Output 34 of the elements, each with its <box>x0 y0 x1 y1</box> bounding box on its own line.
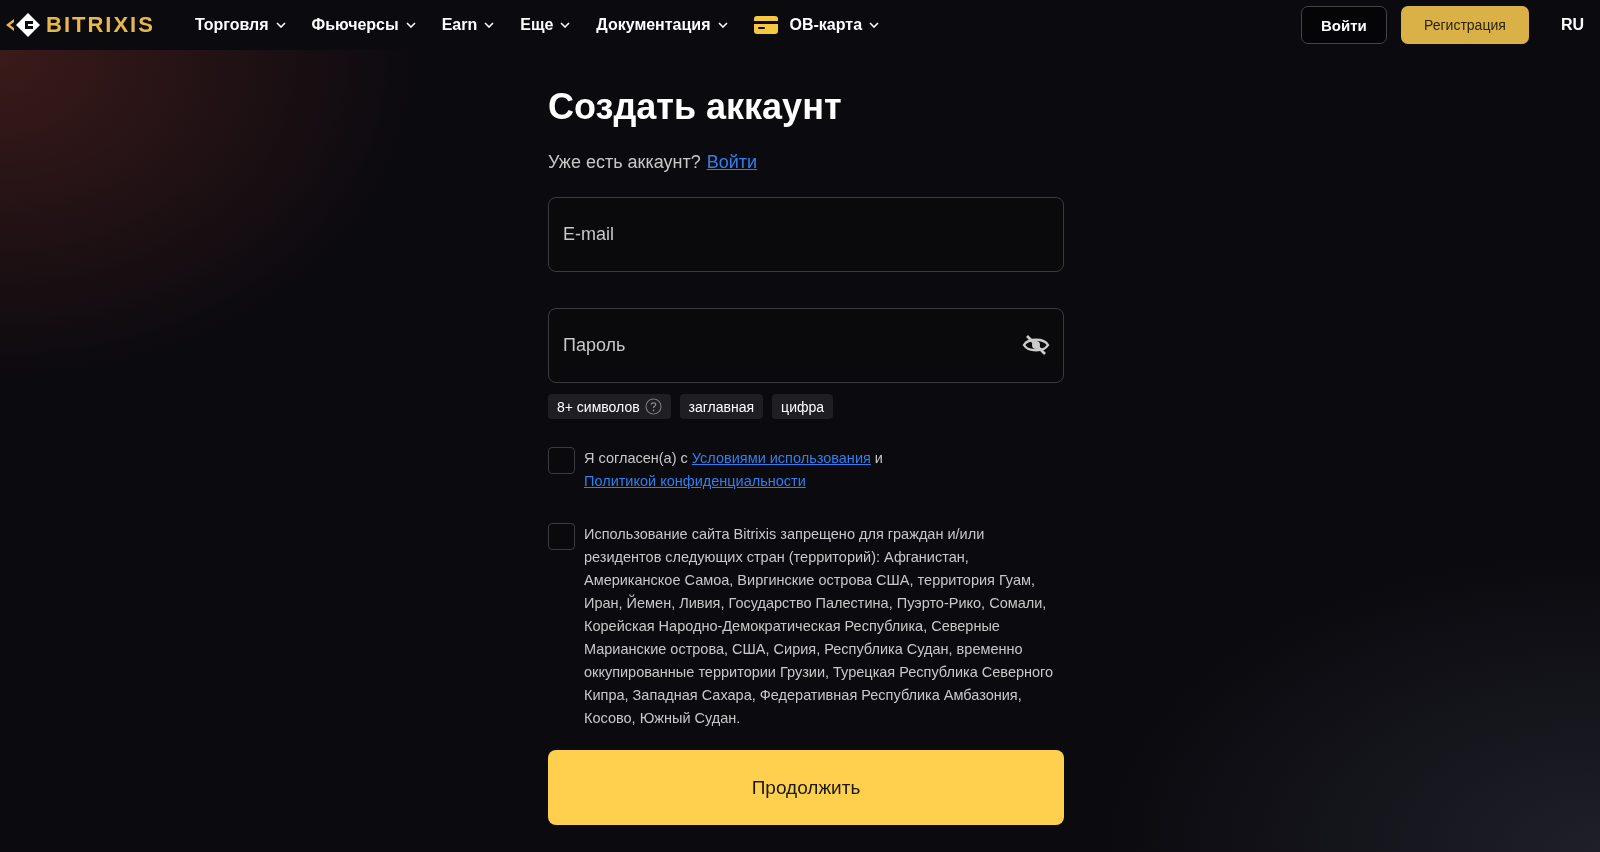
logo-text[interactable]: BITRIXIS <box>46 12 155 38</box>
nav-menu-item[interactable]: Еще <box>510 10 581 40</box>
continue-button[interactable]: Продолжить <box>548 750 1064 825</box>
help-icon[interactable] <box>644 398 662 415</box>
requirement-tag: 8+ символов <box>548 394 671 419</box>
nav-menu-item[interactable]: Фьючерсы <box>301 10 426 40</box>
terms-of-use-link[interactable]: Условиями использования <box>691 450 871 466</box>
chevron-down-icon <box>869 22 880 28</box>
chevron-down-icon <box>405 22 416 28</box>
password-field[interactable]: Пароль <box>548 308 1064 383</box>
nav-menu-item[interactable]: OB-карта <box>743 10 890 40</box>
page-title: Создать аккаунт <box>548 86 842 128</box>
login-link[interactable]: Войти <box>706 152 758 173</box>
login-button[interactable]: Войти <box>1300 6 1387 44</box>
restriction-checkbox[interactable] <box>548 523 575 550</box>
have-account-text: Уже есть аккаунт? <box>548 152 701 173</box>
nav-menu-item[interactable]: Earn <box>431 10 505 40</box>
card-icon <box>753 16 778 34</box>
eye-off-icon[interactable] <box>1022 334 1050 356</box>
email-field[interactable]: E-mail <box>548 197 1064 272</box>
requirement-tag: цифра <box>772 394 834 419</box>
restriction-notice-text: Использование сайта Bitrixis запрещено для граждан и/или резидентов следующих стран (территорий): Афганистан, Американское Самоа, Виргинские острова США, территория Гуам, Иран, Йемен, Ливия, Государство Палестина, Пуэрто-Рико, Сомали, Корейская Народно-Демократическая Республика, Северные Марианские острова, США, Сирия, Республика Судан, временно оккупированные территории Грузии, Турецкая Республика Северного Кипра, Западная Сахара, Федеративная Республика Амбазония, Косово, Южный Судан. <box>584 525 1055 728</box>
privacy-policy-link[interactable]: Политикой конфиденциальности <box>584 473 806 489</box>
register-button[interactable]: Регистрация <box>1400 6 1529 44</box>
nav-menu-item[interactable]: Торговля <box>184 10 296 40</box>
chevron-down-icon <box>275 22 286 28</box>
terms-agreement-text: Я согласен(а) с Условиями использования и Политикой конфиденциальности <box>584 449 884 491</box>
terms-checkbox[interactable] <box>548 447 575 474</box>
chevron-down-icon <box>717 22 728 28</box>
chevron-down-icon <box>560 22 571 28</box>
chevron-down-icon <box>484 22 495 28</box>
language-selector[interactable]: RU <box>1560 16 1584 34</box>
requirement-tag: заглавная <box>679 394 764 419</box>
nav-menu-item[interactable]: Документация <box>586 10 738 40</box>
